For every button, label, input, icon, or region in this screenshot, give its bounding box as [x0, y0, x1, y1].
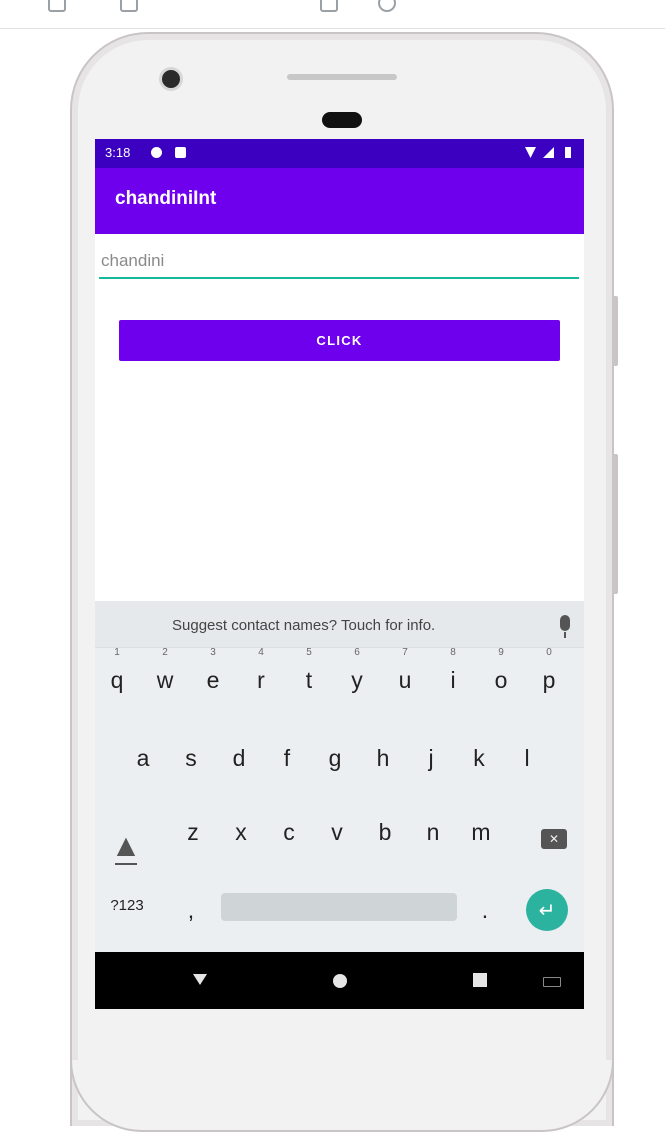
front-camera — [162, 70, 180, 88]
click-button[interactable]: CLICK — [119, 320, 560, 361]
key-z[interactable]: z — [171, 803, 215, 855]
space-key[interactable] — [221, 893, 457, 921]
earpiece-speaker — [287, 74, 397, 80]
key-w[interactable]: 2w — [143, 647, 187, 703]
suggestion-strip[interactable]: Suggest contact names? Touch for info. — [95, 601, 584, 648]
app-title: chandiniInt — [115, 188, 217, 209]
key-o[interactable]: 9o — [479, 647, 523, 703]
key-d[interactable]: d — [217, 729, 261, 781]
keyboard-switch-icon[interactable] — [543, 977, 561, 987]
ide-toolbar — [0, 0, 665, 29]
toolbar-icon[interactable] — [48, 0, 66, 12]
shift-key[interactable]: ▲ — [113, 831, 139, 865]
back-icon[interactable] — [193, 974, 207, 985]
comma-key[interactable]: , — [169, 881, 213, 933]
proximity-sensor — [322, 112, 362, 128]
signal-icon — [543, 147, 554, 158]
key-v[interactable]: v — [315, 803, 359, 855]
name-input[interactable]: chandini — [99, 247, 579, 279]
navigation-bar — [95, 952, 584, 1009]
enter-key[interactable]: ↵ — [526, 889, 568, 931]
key-b[interactable]: b — [363, 803, 407, 855]
soft-keyboard: Suggest contact names? Touch for info. 1… — [95, 601, 584, 952]
toolbar-icon[interactable] — [378, 0, 396, 12]
sync-icon — [151, 147, 162, 158]
key-q[interactable]: 1q — [95, 647, 139, 703]
symbols-key[interactable]: ?123 — [105, 881, 149, 933]
key-c[interactable]: c — [267, 803, 311, 855]
period-key[interactable]: . — [463, 881, 507, 933]
key-j[interactable]: j — [409, 729, 453, 781]
key-x[interactable]: x — [219, 803, 263, 855]
recents-icon[interactable] — [473, 973, 487, 987]
key-k[interactable]: k — [457, 729, 501, 781]
device-bottom — [70, 1060, 614, 1132]
key-t[interactable]: 5t — [287, 647, 331, 703]
backspace-key[interactable]: ✕ — [541, 829, 567, 849]
volume-button — [613, 454, 618, 594]
battery-icon — [565, 147, 571, 158]
key-m[interactable]: m — [459, 803, 503, 855]
wifi-icon — [525, 147, 536, 158]
key-i[interactable]: 8i — [431, 647, 475, 703]
key-r[interactable]: 4r — [239, 647, 283, 703]
power-button — [613, 296, 618, 366]
status-time: 3:18 — [105, 145, 131, 160]
key-s[interactable]: s — [169, 729, 213, 781]
key-u[interactable]: 7u — [383, 647, 427, 703]
enter-icon: ↵ — [538, 898, 556, 922]
toolbar-icon[interactable] — [320, 0, 338, 12]
key-n[interactable]: n — [411, 803, 455, 855]
backspace-icon: ✕ — [548, 832, 560, 846]
key-p[interactable]: 0p — [527, 647, 571, 703]
shift-icon: ▲ — [116, 831, 136, 859]
key-f[interactable]: f — [265, 729, 309, 781]
key-g[interactable]: g — [313, 729, 357, 781]
device-screen: 3:18 chandiniInt chandini CLICK Suggest … — [95, 139, 584, 1009]
key-h[interactable]: h — [361, 729, 405, 781]
suggestion-text[interactable]: Suggest contact names? Touch for info. — [172, 617, 435, 634]
name-input-value: chandini — [101, 251, 165, 270]
key-l[interactable]: l — [505, 729, 549, 781]
app-bar: chandiniInt — [95, 168, 584, 234]
toolbar-icon[interactable] — [120, 0, 138, 12]
status-bar: 3:18 — [95, 139, 584, 168]
key-y[interactable]: 6y — [335, 647, 379, 703]
microphone-icon[interactable] — [560, 615, 570, 638]
key-a[interactable]: a — [121, 729, 165, 781]
home-icon[interactable] — [333, 974, 347, 988]
lock-icon — [175, 147, 186, 158]
key-e[interactable]: 3e — [191, 647, 235, 703]
